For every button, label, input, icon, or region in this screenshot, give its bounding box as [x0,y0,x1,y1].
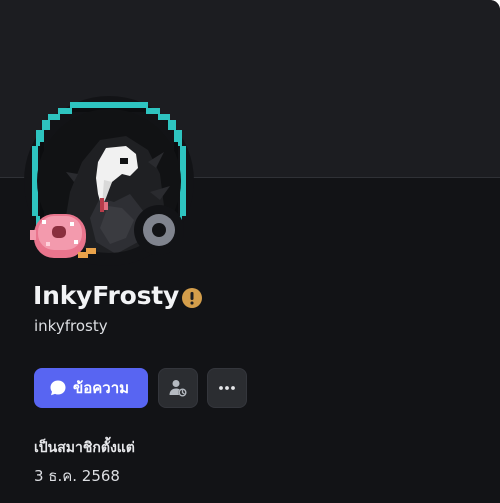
chat-bubble-icon [50,380,66,396]
friend-request-button[interactable] [158,368,198,408]
warning-icon[interactable] [181,287,203,309]
member-since-label: เป็นสมาชิกตั้งแต่ [34,440,135,456]
message-button-label: ข้อความ [73,379,130,397]
status-indicator-hole [152,223,166,237]
profile-card: InkyFrosty inkyfrosty ข้อความ เป็นสมาชิก… [0,0,500,503]
username: inkyfrosty [34,317,108,335]
more-dots-icon [219,386,235,390]
add-friend-pending-icon [169,380,187,397]
message-button[interactable]: ข้อความ [34,368,148,408]
member-since-date: 3 ธ.ค. 2568 [34,467,120,485]
more-options-button[interactable] [207,368,247,408]
display-name: InkyFrosty [33,281,180,310]
